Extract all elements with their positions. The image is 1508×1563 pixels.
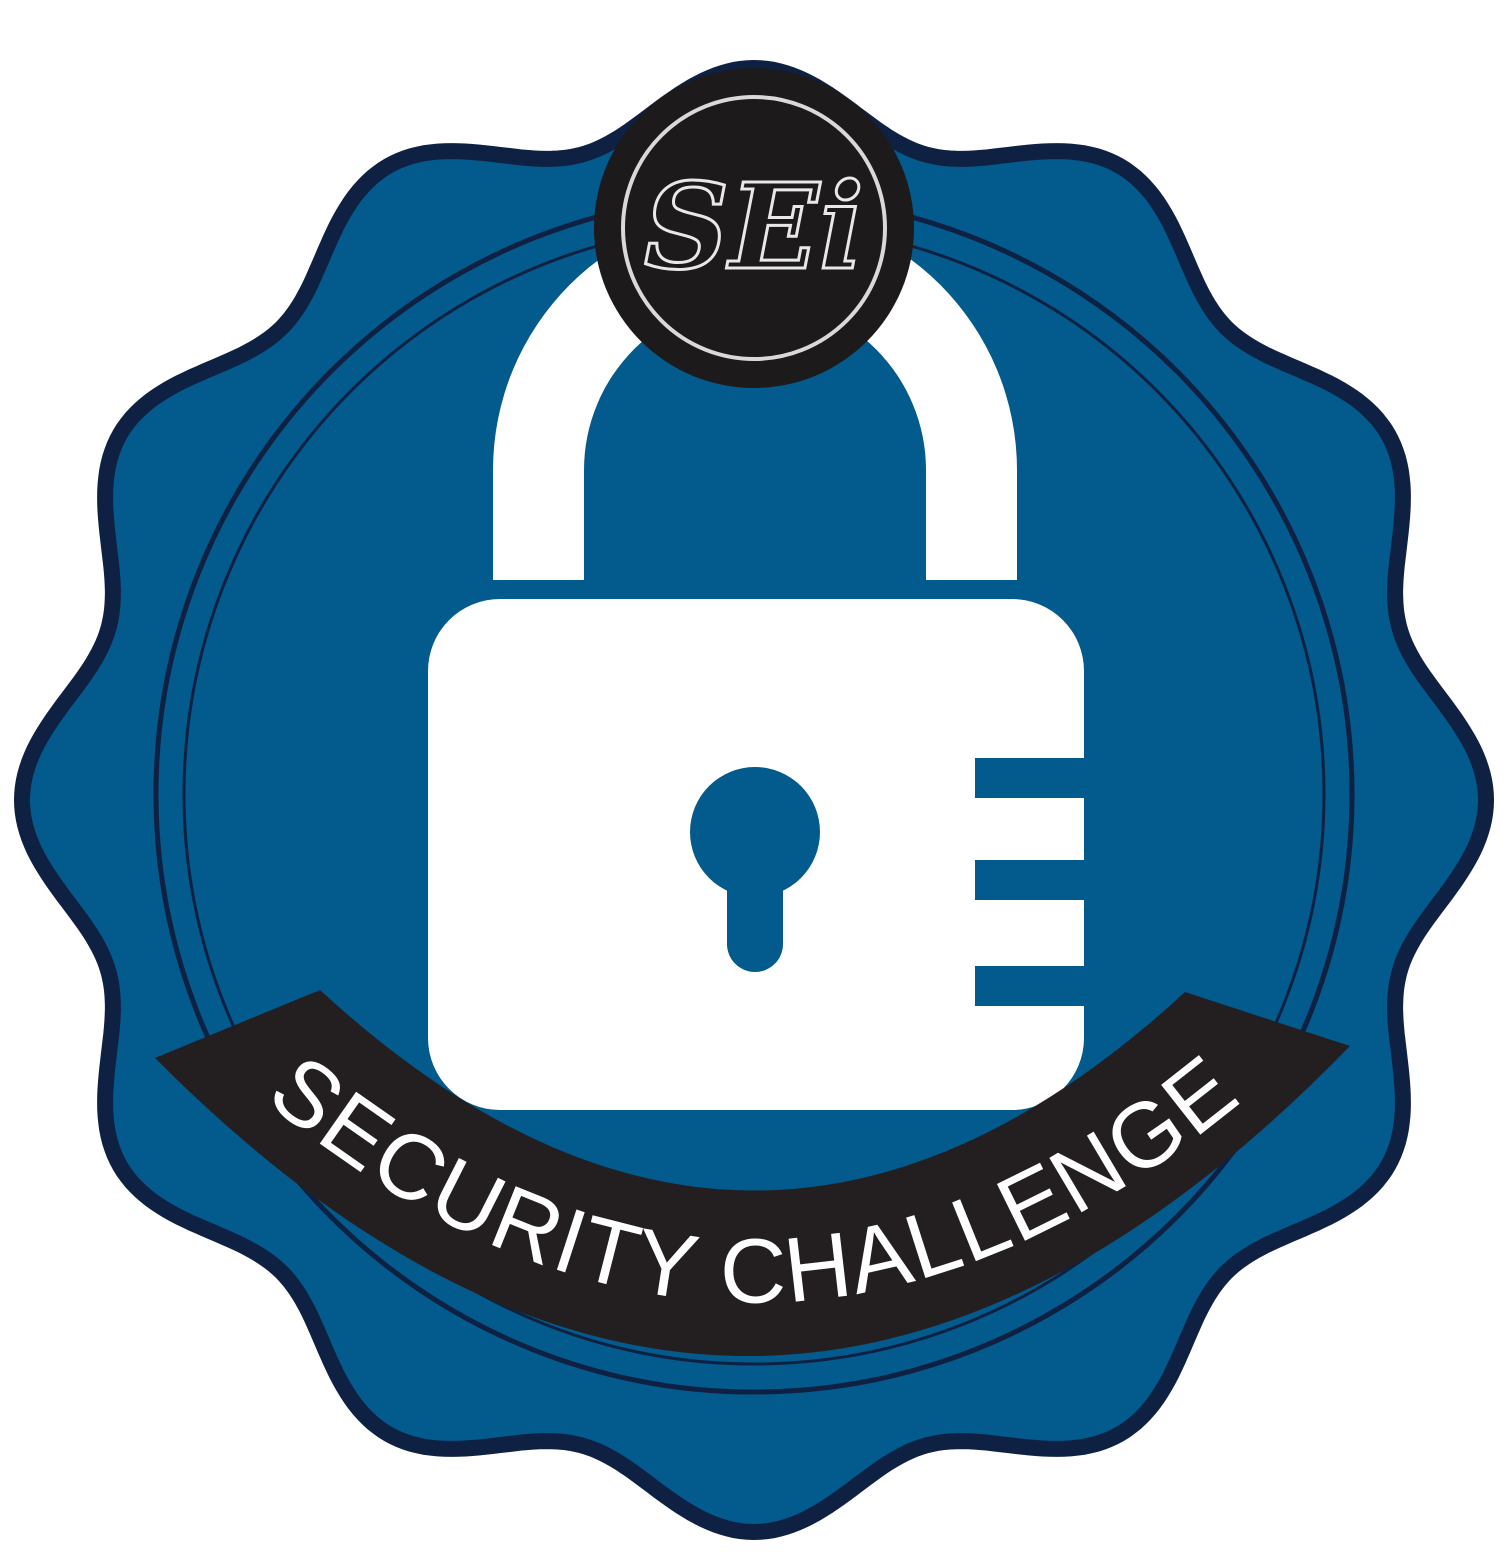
padlock-notch-middle <box>975 860 1087 900</box>
badge-graphic: SECURITY CHALLENGE SEi <box>13 59 1495 1541</box>
sei-logo: SEi <box>594 68 914 388</box>
padlock-notch-bottom <box>975 966 1087 1006</box>
logo-text: SEi <box>644 157 864 296</box>
padlock-notch-top <box>975 758 1087 798</box>
security-challenge-badge: SECURITY CHALLENGE SEi <box>0 0 1508 1563</box>
